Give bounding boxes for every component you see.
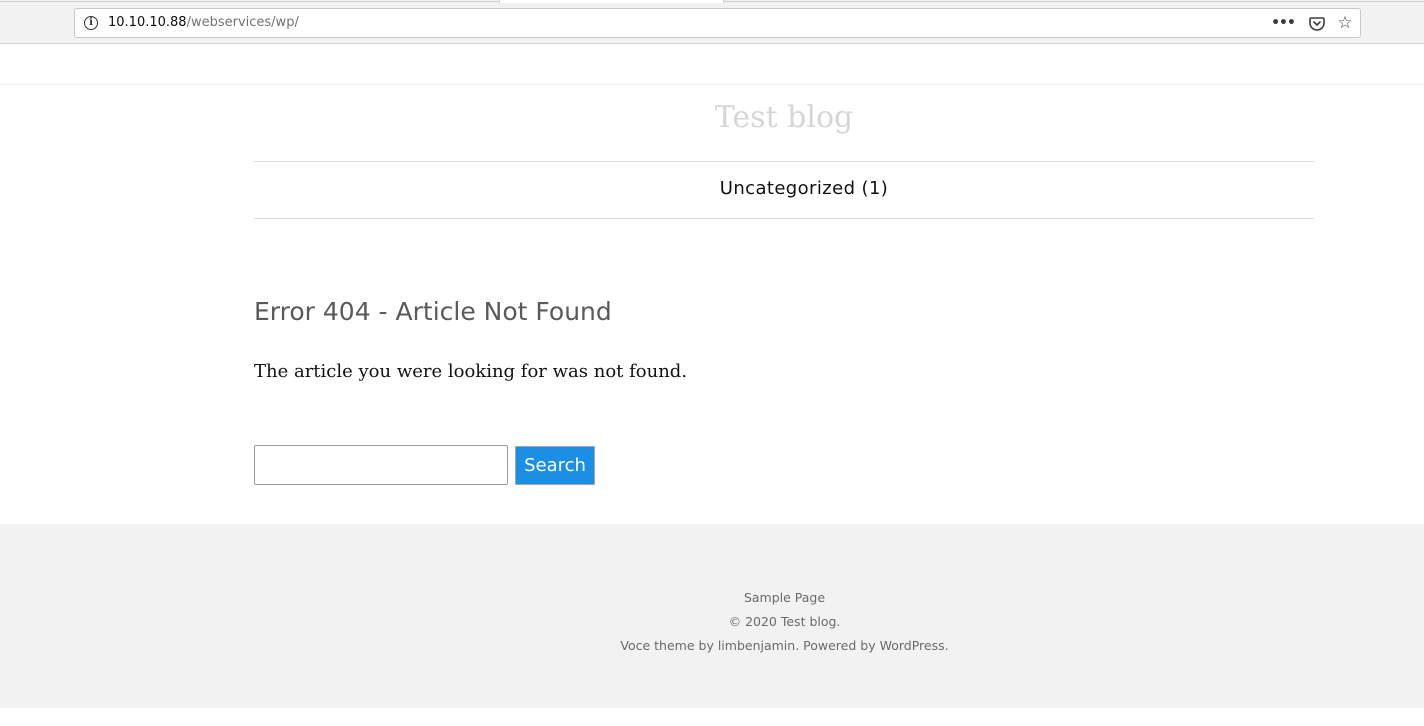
url-path: /webservices/wp/ — [186, 15, 299, 30]
nav-divider-top — [254, 161, 1314, 162]
error-message: The article you were looking for was not… — [254, 361, 688, 382]
browser-toolbar: i 10.10.10.88/webservices/wp/ ••• ☆ — [0, 0, 1424, 44]
footer-sample-page: Sample Page — [0, 590, 1424, 605]
address-bar[interactable]: i 10.10.10.88/webservices/wp/ ••• ☆ — [74, 8, 1361, 38]
wordpress-link[interactable]: WordPress — [880, 638, 945, 653]
more-actions-icon[interactable]: ••• — [1271, 13, 1296, 33]
page-bottom — [0, 708, 1424, 726]
url-text[interactable]: 10.10.10.88/webservices/wp/ — [108, 15, 299, 30]
theme-author-link[interactable]: limbenjamin — [718, 638, 795, 653]
credits-middle: . Powered by — [795, 638, 880, 653]
tab-divider — [0, 0, 499, 2]
footer: Sample Page © 2020 Test blog. Voce theme… — [0, 524, 1424, 708]
credits-prefix: Voce theme by — [620, 638, 718, 653]
credits-suffix: . — [944, 638, 949, 653]
nav-category-uncategorized[interactable]: Uncategorized (1) — [254, 178, 1354, 199]
site-title[interactable]: Test blog — [254, 100, 1314, 135]
footer-copyright: © 2020 Test blog. — [728, 614, 841, 629]
sample-page-link[interactable]: Sample Page — [744, 590, 825, 605]
footer-credits: Voce theme by limbenjamin. Powered by Wo… — [0, 638, 1424, 653]
tab-divider — [724, 0, 1424, 2]
search-input[interactable] — [254, 445, 508, 485]
star-icon[interactable]: ☆ — [1335, 13, 1355, 33]
search-button[interactable]: Search — [515, 446, 595, 485]
nav-divider-bottom — [254, 218, 1314, 219]
header-divider — [0, 84, 1424, 85]
active-tab[interactable] — [499, 0, 724, 3]
error-title: Error 404 - Article Not Found — [254, 297, 612, 326]
url-host: 10.10.10.88 — [108, 15, 187, 30]
tab-strip — [0, 0, 1424, 3]
pocket-icon[interactable] — [1307, 13, 1327, 33]
info-icon[interactable]: i — [84, 16, 98, 30]
